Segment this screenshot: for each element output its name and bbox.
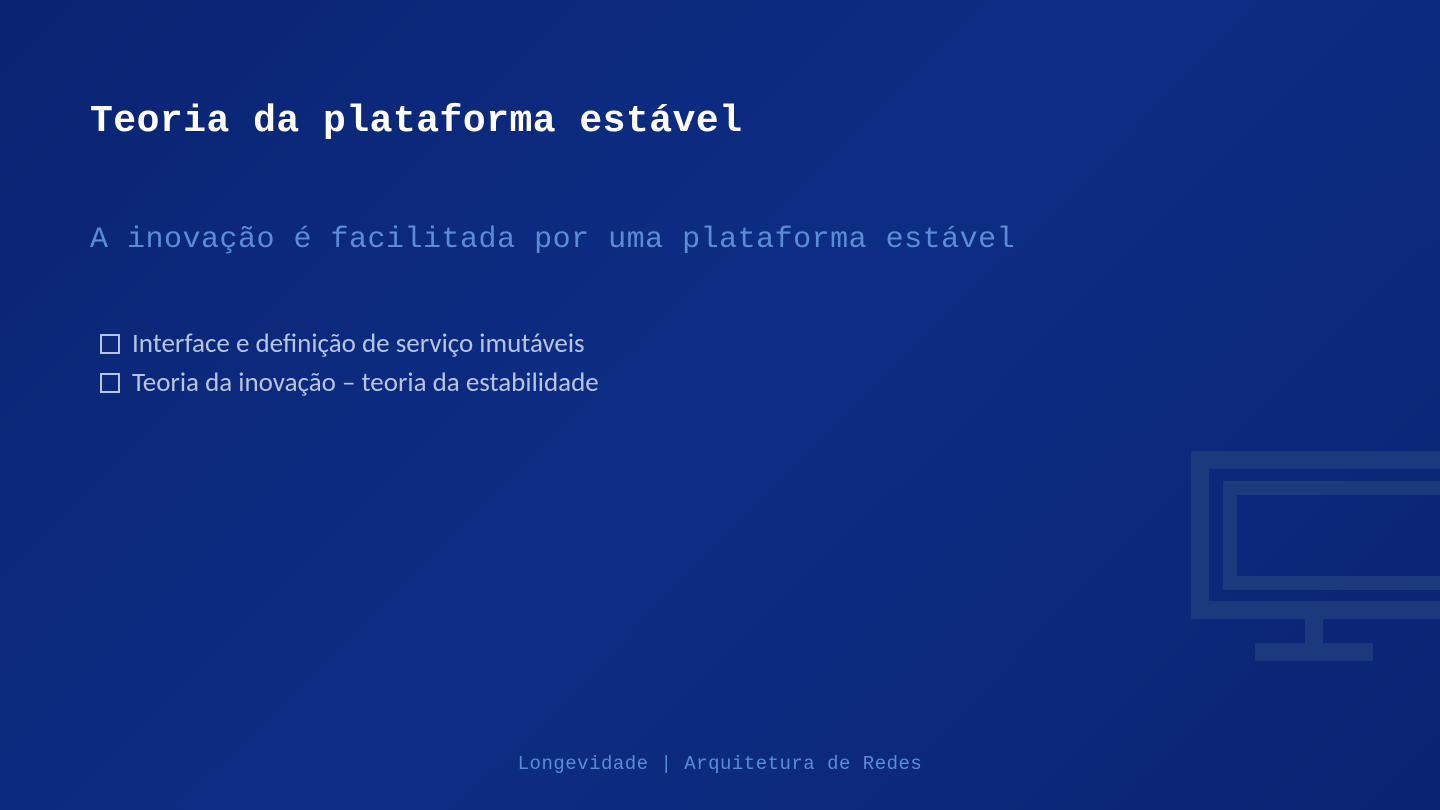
bullet-item: Teoria da inovação – teoria da estabilid… <box>100 366 1350 399</box>
slide-subtitle: A inovação é facilitada por uma platafor… <box>90 223 1350 257</box>
monitor-icon <box>1180 450 1440 680</box>
slide-footer: Longevidade | Arquitetura de Redes <box>0 753 1440 775</box>
bullet-item: Interface e definição de serviço imutáve… <box>100 327 1350 360</box>
bullet-text: Teoria da inovação – teoria da estabilid… <box>132 366 599 399</box>
checkbox-icon <box>100 334 120 354</box>
slide-container: Teoria da plataforma estável A inovação … <box>0 0 1440 810</box>
slide-title: Teoria da plataforma estável <box>90 100 1350 143</box>
bullet-text: Interface e definição de serviço imutáve… <box>132 327 585 360</box>
bullet-list: Interface e definição de serviço imutáve… <box>90 327 1350 399</box>
checkbox-icon <box>100 373 120 393</box>
